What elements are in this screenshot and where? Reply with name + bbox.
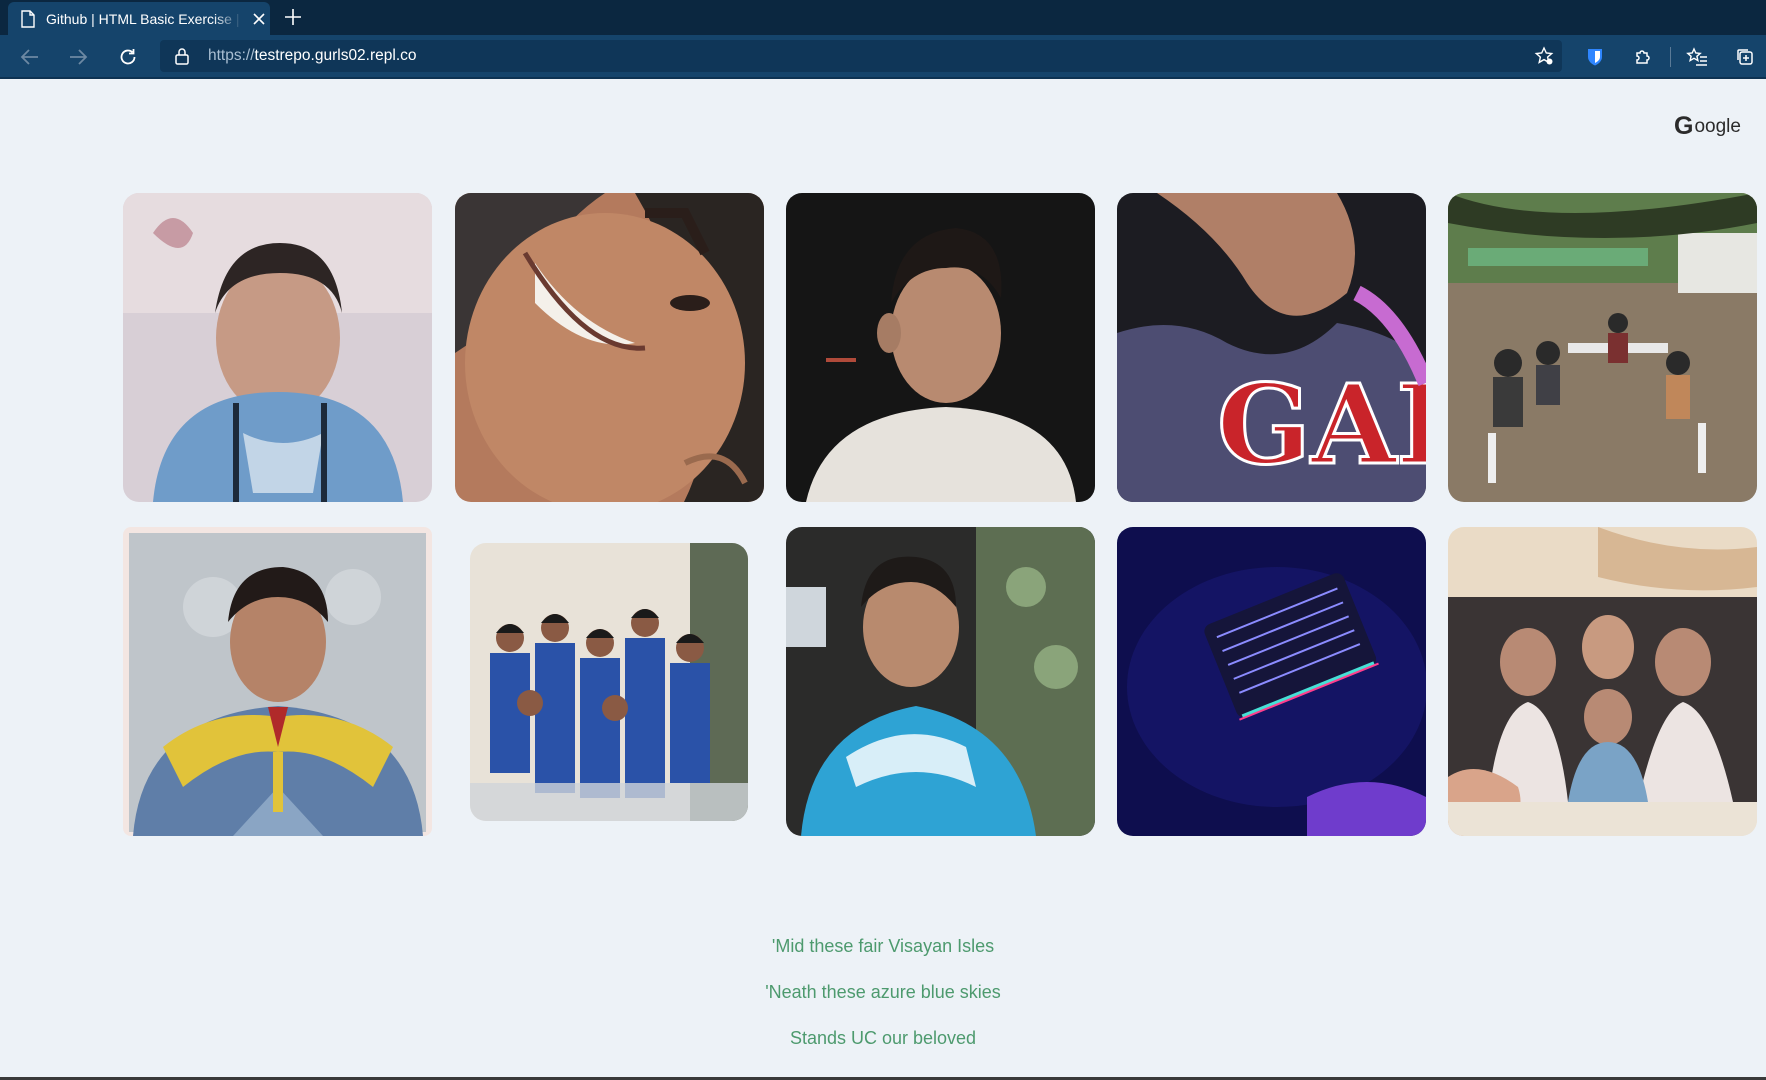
google-g-icon: G [1674, 112, 1694, 140]
lyric-line-2: 'Neath these azure blue skies [765, 982, 1001, 1002]
google-link[interactable]: G oogle [1674, 112, 1741, 141]
url-protocol: https:// [208, 47, 255, 64]
gallery-photo-4: GAP [1117, 193, 1426, 502]
favorites-icon[interactable] [1685, 45, 1709, 69]
gallery-photo-1 [123, 193, 432, 502]
google-link-text: oogle [1694, 115, 1741, 137]
browser-tab-bar: Github | HTML Basic Exercise | AI [0, 0, 1766, 35]
gallery-photo-9 [1117, 527, 1426, 836]
url-text[interactable]: https://testrepo.gurls02.repl.co [208, 47, 417, 65]
gallery-photo-5 [1448, 193, 1757, 502]
address-bar[interactable]: https://testrepo.gurls02.repl.co [160, 40, 1562, 72]
svg-text:GAP: GAP [1217, 360, 1426, 489]
bitwarden-extension-icon[interactable] [1583, 45, 1607, 69]
gallery-photo-6 [123, 527, 432, 836]
lyric-line-1: 'Mid these fair Visayan Isles [771, 936, 995, 956]
url-host: testrepo.gurls02.repl.co [254, 47, 417, 64]
lock-icon[interactable] [174, 47, 190, 65]
collections-icon[interactable] [1733, 45, 1757, 69]
new-tab-icon[interactable] [282, 6, 304, 28]
back-arrow-icon[interactable] [18, 45, 42, 69]
toolbar-divider [1670, 47, 1671, 67]
gallery-photo-8 [786, 527, 1095, 836]
refresh-icon[interactable] [116, 45, 140, 69]
browser-toolbar: https://testrepo.gurls02.repl.co [0, 35, 1766, 79]
gallery-photo-7 [470, 543, 748, 821]
active-tab[interactable]: Github | HTML Basic Exercise | AI [8, 2, 270, 35]
forward-arrow-icon[interactable] [66, 45, 90, 69]
extensions-puzzle-icon[interactable] [1631, 45, 1655, 69]
gallery-photo-3 [786, 193, 1095, 502]
close-tab-icon[interactable] [250, 10, 268, 28]
tab-title: Github | HTML Basic Exercise | AI [46, 10, 242, 27]
page-icon [21, 9, 35, 28]
add-favorite-icon[interactable] [1532, 44, 1556, 68]
gallery-photo-2 [455, 193, 764, 502]
gallery-photo-10 [1448, 527, 1757, 836]
lyric-line-3: Stands UC our beloved [789, 1028, 977, 1048]
